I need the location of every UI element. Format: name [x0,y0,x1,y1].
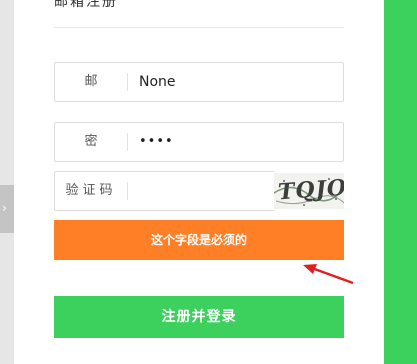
green-side-strip [384,0,417,364]
field-separator [127,73,128,91]
red-arrow-icon [303,264,354,285]
field-separator [127,133,128,151]
error-message-bar: 这个字段是必须的 [54,220,344,260]
captcha-field[interactable]: 验证码 [54,171,275,211]
page-title: 邮箱注册 [54,0,118,10]
chevron-right-icon: › [2,201,7,215]
captcha-label: 验证码 [65,183,117,198]
side-toggle-tab[interactable]: › [0,185,14,233]
title-divider [54,27,344,28]
captcha-image[interactable]: TQJO [274,173,344,209]
email-label: 邮 箱 [84,74,114,89]
password-label: 密 码 [84,134,114,149]
email-field[interactable]: 邮 箱 None [54,62,344,102]
email-input[interactable]: None [139,63,176,101]
password-field[interactable]: 密 码 •••• [54,122,344,162]
password-input[interactable]: •••• [139,123,174,161]
register-login-button[interactable]: 注册并登录 [54,296,344,338]
field-separator [127,182,128,200]
captcha-noise [274,178,344,206]
